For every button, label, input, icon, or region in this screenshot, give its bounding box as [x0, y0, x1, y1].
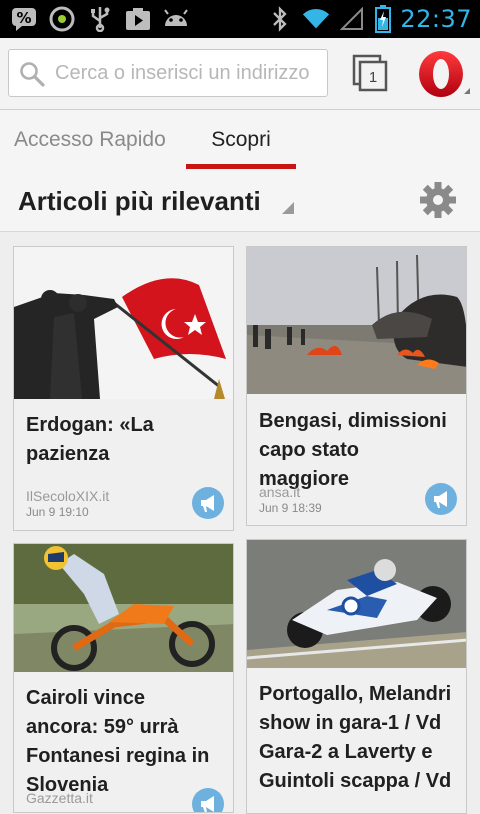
dropdown-caret-icon — [282, 202, 294, 214]
opera-logo-icon — [419, 51, 470, 97]
opera-menu-button[interactable] — [416, 50, 472, 100]
tab-scopri[interactable]: Scopri — [186, 128, 296, 152]
article-source: IlSecoloXIX.it — [26, 488, 110, 504]
article-time: Jun 9 18:39 — [259, 501, 322, 515]
clock: 22:37 — [400, 5, 472, 33]
bluetooth-icon — [266, 6, 294, 32]
section-title-dropdown[interactable]: Articoli più rilevanti — [18, 186, 261, 217]
gear-icon[interactable] — [418, 180, 458, 220]
chat-percent-icon: % — [10, 6, 38, 32]
battery-icon — [374, 5, 392, 33]
android-icon — [162, 6, 190, 32]
tabs-count: 1 — [368, 69, 378, 86]
status-bar: % 22:37 — [0, 0, 480, 38]
megaphone-icon[interactable] — [192, 788, 224, 812]
article-title: Bengasi, dimissioni capo stato maggiore — [259, 410, 447, 490]
play-store-icon — [124, 6, 152, 32]
article-title: Portogallo, Melandri show in gara-1 / Vd… — [259, 683, 452, 792]
article-card[interactable]: Portogallo, Melandri show in gara-1 / Vd… — [246, 539, 467, 814]
address-bar: 1 — [0, 38, 480, 110]
article-card[interactable]: Bengasi, dimissioni capo stato maggiore … — [246, 246, 467, 526]
article-image — [14, 544, 233, 672]
search-input[interactable] — [55, 50, 325, 96]
search-box[interactable] — [8, 49, 328, 97]
article-image — [14, 247, 233, 399]
wifi-icon — [302, 6, 330, 32]
megaphone-icon[interactable] — [192, 487, 224, 519]
article-source: ansa.it — [259, 484, 301, 500]
article-card[interactable]: Erdogan: «La pazienza IlSecoloXIX.it Jun… — [13, 246, 234, 531]
signal-icon — [338, 6, 366, 32]
article-title: Erdogan: «La pazienza — [26, 414, 154, 465]
article-card[interactable]: Cairoli vince ancora: 59° urrà Fontanesi… — [13, 543, 234, 813]
search-icon — [19, 61, 45, 87]
usb-icon — [86, 6, 114, 32]
article-image — [247, 540, 466, 668]
tab-bar: Accesso Rapido Scopri — [0, 110, 480, 172]
tab-accesso-rapido[interactable]: Accesso Rapido — [14, 128, 166, 152]
svg-text:%: % — [16, 9, 31, 27]
active-tab-indicator — [186, 164, 296, 169]
gauge-icon — [48, 6, 76, 32]
megaphone-icon[interactable] — [425, 483, 457, 515]
article-source: Gazzetta.it — [26, 790, 93, 806]
article-title: Cairoli vince ancora: 59° urrà Fontanesi… — [26, 687, 210, 796]
article-time: Jun 9 19:10 — [26, 505, 89, 519]
section-header: Articoli più rilevanti — [0, 172, 480, 232]
article-image — [247, 247, 466, 394]
